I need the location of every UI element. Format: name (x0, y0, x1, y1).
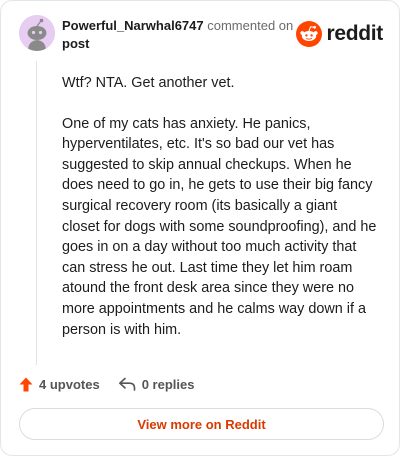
comment-card: Powerful_Narwhal6747 commented on post r… (0, 0, 400, 456)
thread-line (36, 61, 37, 365)
comment-paragraph: Wtf? NTA. Get another vet. (62, 75, 235, 91)
avatar-snoo-icon (19, 15, 55, 51)
reply-count: 0 replies (141, 376, 195, 392)
reply-button[interactable]: 0 replies (118, 376, 195, 392)
reply-arrow-icon (118, 377, 135, 391)
upvote-count: 4 upvotes (39, 376, 100, 392)
upvote-arrow-icon (19, 377, 33, 391)
upvote-button[interactable]: 4 upvotes (19, 377, 100, 392)
action-text: commented on (207, 18, 294, 33)
comment-actions: 4 upvotes 0 replies (19, 373, 194, 395)
reddit-brand[interactable]: reddit (296, 21, 383, 47)
reddit-wordmark: reddit (326, 22, 383, 45)
username[interactable]: Powerful_Narwhal6747 (62, 18, 204, 33)
avatar[interactable] (19, 15, 55, 51)
reddit-logo-icon (296, 21, 323, 47)
post-link[interactable]: post (62, 35, 302, 53)
comment-header: Powerful_Narwhal6747 commented on post (62, 17, 302, 53)
comment-body: Wtf? NTA. Get another vet. One of my cat… (62, 73, 378, 340)
comment-paragraph: One of my cats has anxiety. He panics, h… (62, 115, 377, 338)
view-more-button[interactable]: View more on Reddit (19, 408, 384, 440)
